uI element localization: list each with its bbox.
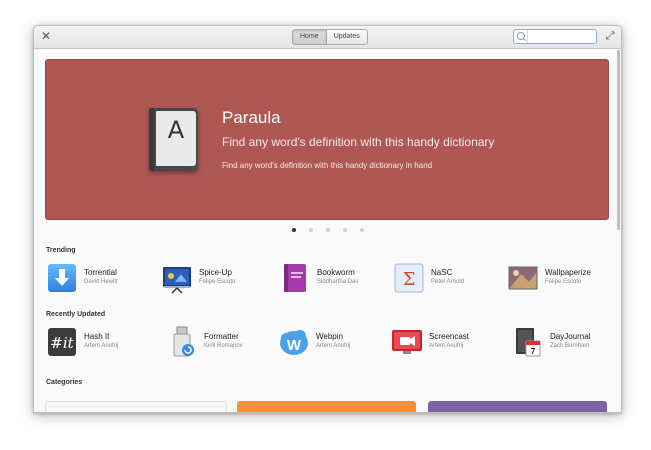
app-tile-hash-it[interactable]: #it Hash It Artem Anufrij — [46, 326, 156, 358]
category-tile-2[interactable] — [237, 401, 416, 412]
maximize-icon[interactable]: ⤢ — [603, 29, 617, 43]
banner-title: Paraula — [222, 108, 281, 127]
svg-text:W: W — [287, 337, 302, 354]
app-tile-screencast[interactable]: Screencast Artem Anufrij — [391, 326, 501, 358]
carousel-indicators — [34, 226, 621, 234]
app-tile-bookworm[interactable]: Bookworm Siddhartha Das — [279, 262, 389, 294]
tab-home[interactable]: Home — [293, 30, 326, 44]
category-tile-1[interactable] — [45, 401, 227, 412]
app-name: Torrential — [84, 268, 117, 277]
close-icon[interactable]: ✕ — [39, 29, 53, 43]
app-tile-spice-up[interactable]: Spice-Up Felipe Escoto — [161, 262, 271, 294]
app-author: Kirill Romanov — [204, 343, 243, 349]
recently-updated-heading: Recently Updated — [46, 311, 106, 318]
app-tile-formatter[interactable]: Formatter Kirill Romanov — [166, 326, 276, 358]
search-input[interactable] — [527, 30, 594, 43]
search-box[interactable] — [513, 29, 597, 44]
app-name: DayJournal — [550, 332, 591, 341]
app-author: Felipe Escoto — [545, 279, 582, 285]
app-author: David Hewitt — [84, 279, 118, 285]
journal-icon: 7 — [516, 328, 541, 357]
dictionary-book-icon: A — [149, 108, 198, 171]
category-tile-3[interactable] — [428, 401, 607, 412]
app-tile-webpin[interactable]: W Webpin Artem Anufrij — [278, 326, 388, 358]
scrollbar[interactable] — [617, 50, 620, 230]
tab-updates[interactable]: Updates — [325, 30, 367, 44]
journal-day-number: 7 — [531, 347, 536, 356]
app-tile-wallpaperize[interactable]: Wallpaperize Felipe Escoto — [507, 262, 617, 294]
app-name: Screencast — [429, 332, 470, 341]
sigma-icon: Σ — [394, 263, 424, 293]
svg-text:#it: #it — [50, 334, 74, 352]
app-name: Formatter — [204, 332, 239, 341]
screencast-icon — [392, 330, 422, 354]
search-icon — [517, 32, 525, 40]
categories-heading: Categories — [46, 379, 83, 386]
app-name: Wallpaperize — [545, 268, 591, 277]
carousel-dot-1[interactable] — [292, 228, 296, 232]
carousel-dot-2[interactable] — [309, 228, 313, 232]
carousel-dot-5[interactable] — [360, 228, 364, 232]
trending-heading: Trending — [46, 247, 76, 254]
carousel-dot-4[interactable] — [343, 228, 347, 232]
app-author: Artem Anufrij — [429, 343, 464, 349]
app-author: Felipe Escoto — [199, 279, 236, 285]
usb-drive-icon — [173, 326, 194, 357]
app-author: Artem Anufrij — [84, 343, 119, 349]
app-author: Peter Arnold — [431, 279, 465, 285]
presentation-icon — [163, 267, 191, 294]
view-switcher: Home Updates — [292, 29, 368, 45]
app-tile-torrential[interactable]: Torrential David Hewitt — [46, 262, 156, 294]
app-author: Artem Anufrij — [316, 343, 351, 349]
banner-subtitle: Find any word's definition with this han… — [222, 135, 495, 149]
app-name: NaSC — [431, 268, 453, 277]
app-name: Webpin — [316, 332, 343, 341]
header-bar: ✕ Home Updates ⤢ — [34, 26, 621, 49]
webpin-icon: W — [280, 330, 308, 355]
torrential-icon — [48, 264, 76, 292]
carousel-dot-3[interactable] — [326, 228, 330, 232]
app-author: Zach Burnham — [550, 343, 590, 349]
app-name: Bookworm — [317, 268, 355, 277]
app-name: Spice-Up — [199, 268, 232, 277]
appcenter-window: ✕ Home Updates ⤢ A Paraula Find any word… — [33, 25, 622, 413]
app-tile-dayjournal[interactable]: 7 DayJournal Zach Burnham — [512, 326, 621, 358]
app-name: Hash It — [84, 332, 110, 341]
homepage-content: A Paraula Find any word's definition wit… — [34, 49, 621, 412]
banner-description: Find any word's definition with this han… — [222, 161, 433, 170]
hash-icon: #it — [48, 328, 76, 356]
book-icon — [284, 264, 306, 292]
svg-text:Σ: Σ — [403, 269, 416, 290]
featured-banner[interactable]: A Paraula Find any word's definition wit… — [45, 59, 609, 220]
app-author: Siddhartha Das — [317, 279, 359, 285]
app-tile-nasc[interactable]: Σ NaSC Peter Arnold — [393, 262, 503, 294]
wallpaper-icon — [508, 266, 538, 290]
